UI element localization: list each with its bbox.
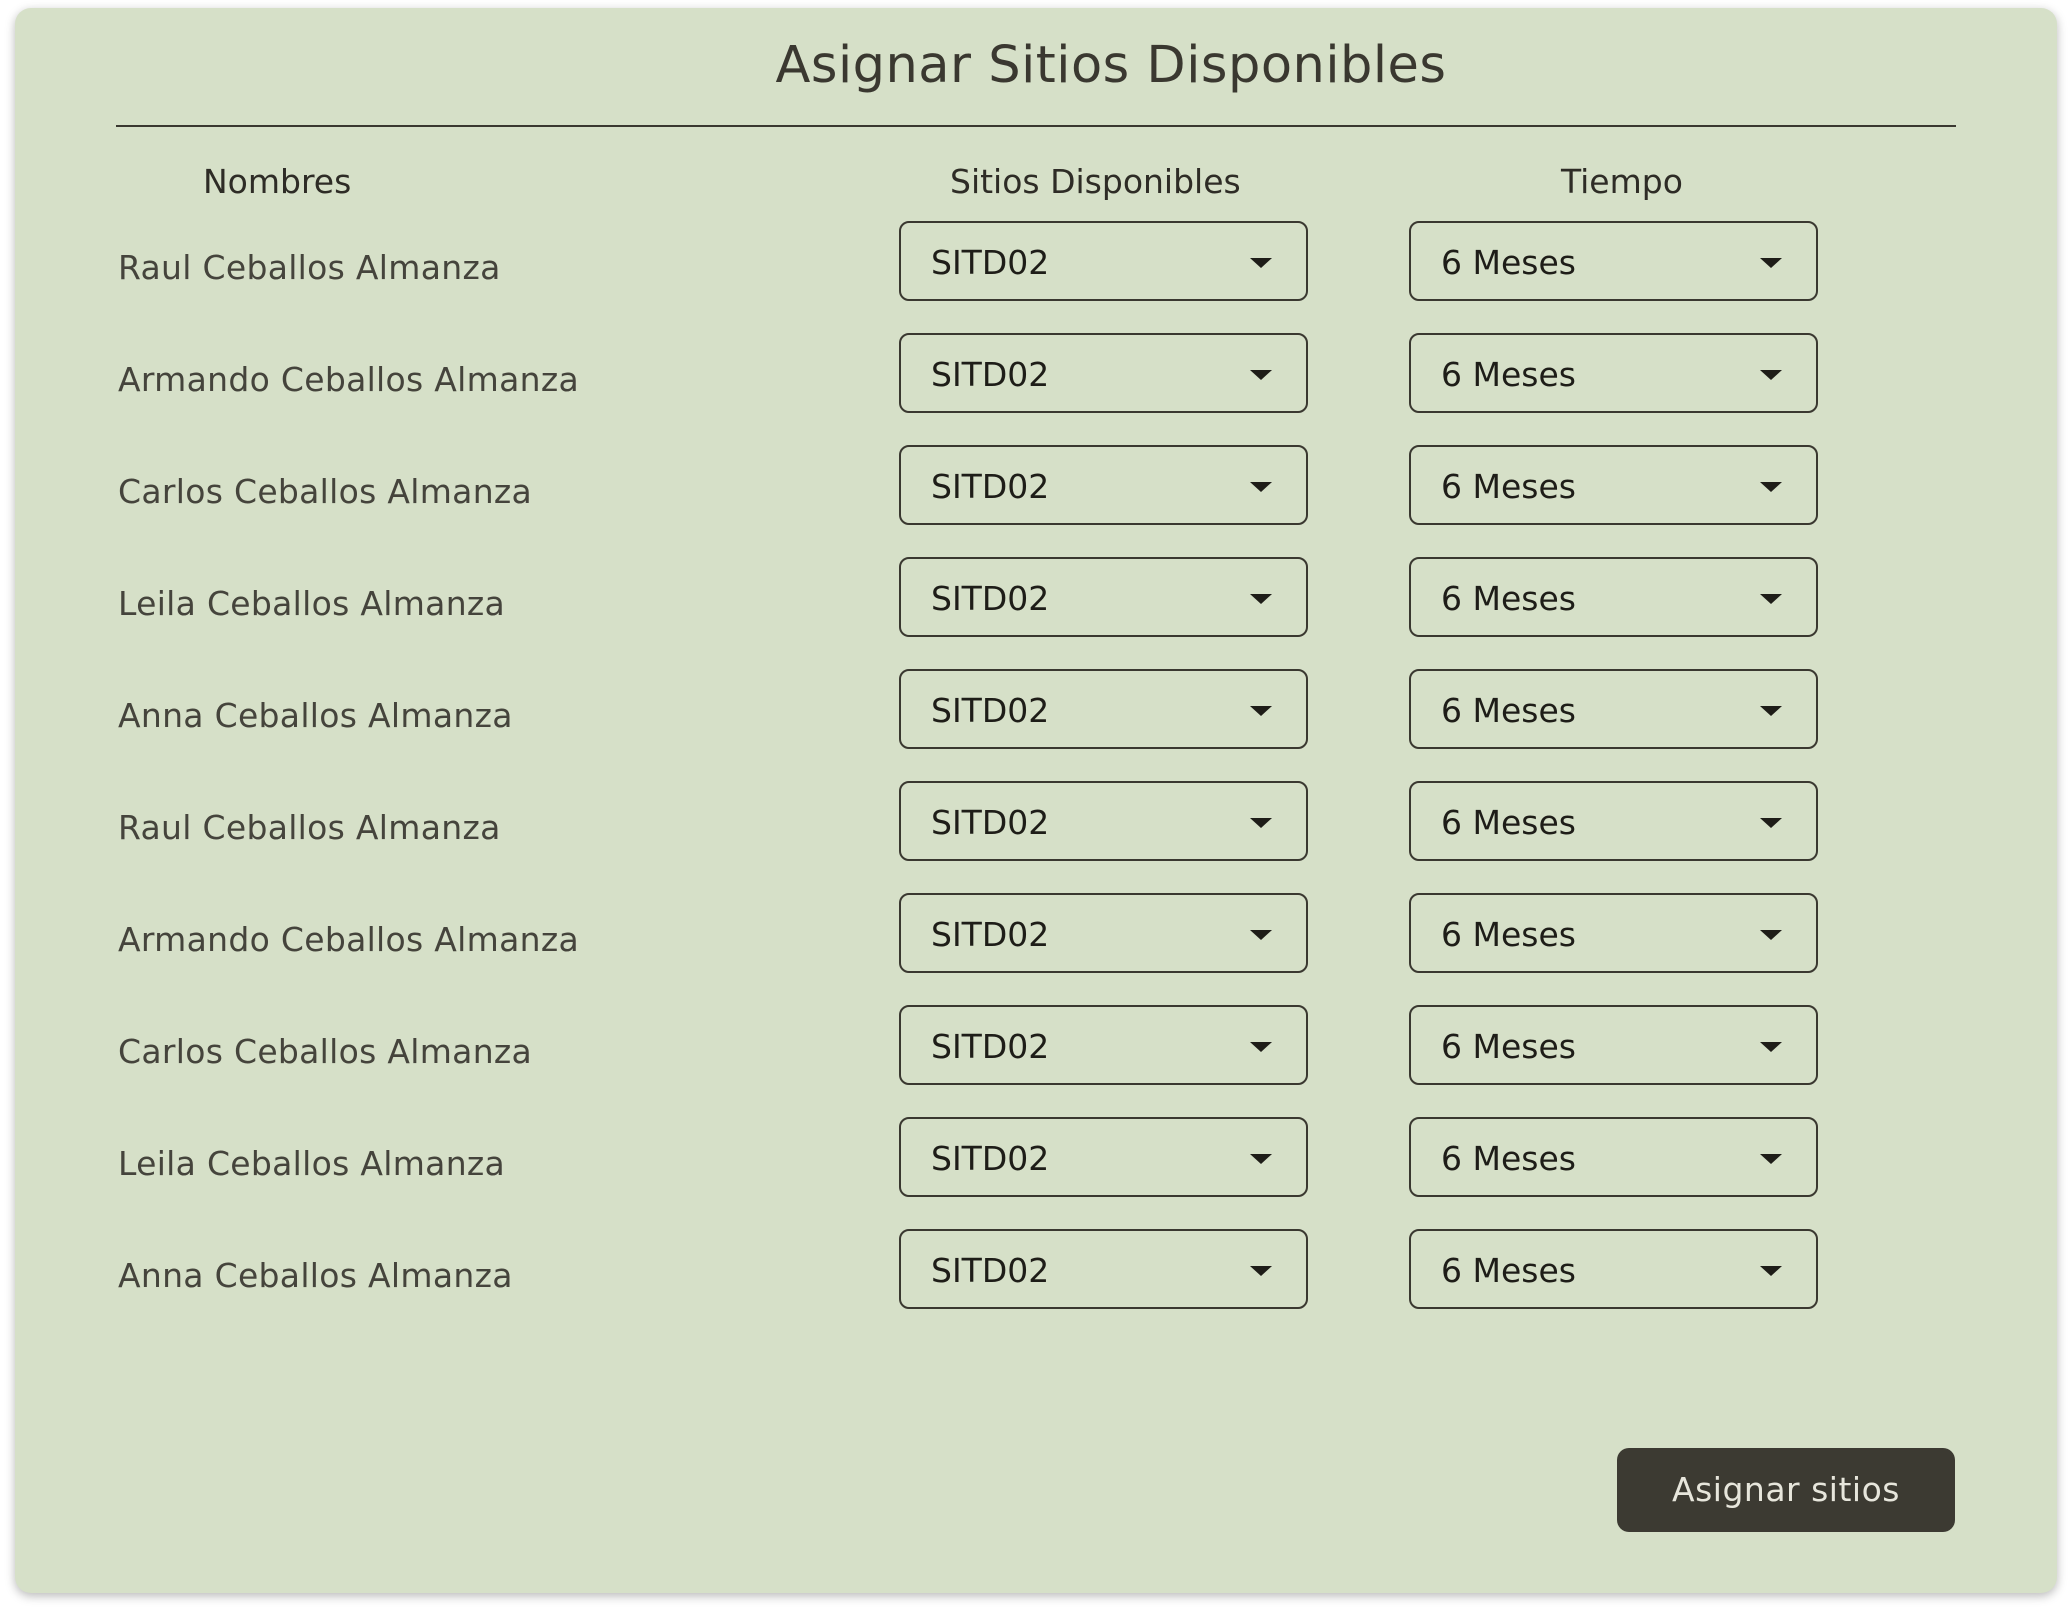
tiempo-select[interactable]: 6 Meses [1409,1229,1818,1309]
assignment-row: Carlos Ceballos Almanza SITD02 6 Meses [15,1005,2057,1117]
caret-down-icon [1250,370,1272,380]
column-header-tiempo: Tiempo [1561,162,1683,201]
caret-down-icon [1760,258,1782,268]
tiempo-selected-value: 6 Meses [1441,1027,1576,1066]
sitio-select[interactable]: SITD02 [899,445,1308,525]
tiempo-select[interactable]: 6 Meses [1409,557,1818,637]
tiempo-select[interactable]: 6 Meses [1409,445,1818,525]
person-name: Anna Ceballos Almanza [118,696,513,735]
caret-down-icon [1760,1154,1782,1164]
person-name: Raul Ceballos Almanza [118,808,501,847]
sitio-select[interactable]: SITD02 [899,557,1308,637]
tiempo-selected-value: 6 Meses [1441,803,1576,842]
title-divider [116,125,1956,127]
assignment-row: Armando Ceballos Almanza SITD02 6 Meses [15,333,2057,445]
tiempo-select[interactable]: 6 Meses [1409,893,1818,973]
column-header-nombres: Nombres [203,162,352,201]
tiempo-select[interactable]: 6 Meses [1409,669,1818,749]
person-name: Carlos Ceballos Almanza [118,472,533,511]
caret-down-icon [1760,482,1782,492]
person-name: Leila Ceballos Almanza [118,1144,506,1183]
caret-down-icon [1760,594,1782,604]
tiempo-selected-value: 6 Meses [1441,691,1576,730]
caret-down-icon [1760,1042,1782,1052]
tiempo-selected-value: 6 Meses [1441,1251,1576,1290]
tiempo-select[interactable]: 6 Meses [1409,1005,1818,1085]
caret-down-icon [1250,258,1272,268]
sitio-select[interactable]: SITD02 [899,1005,1308,1085]
column-header-sitios: Sitios Disponibles [950,162,1241,201]
caret-down-icon [1760,706,1782,716]
tiempo-selected-value: 6 Meses [1441,579,1576,618]
sitio-select[interactable]: SITD02 [899,1117,1308,1197]
caret-down-icon [1250,594,1272,604]
assignment-row: Armando Ceballos Almanza SITD02 6 Meses [15,893,2057,1005]
tiempo-selected-value: 6 Meses [1441,243,1576,282]
caret-down-icon [1250,1042,1272,1052]
assignment-list: Raul Ceballos Almanza SITD02 6 Meses Arm… [15,221,2057,1341]
person-name: Armando Ceballos Almanza [118,920,579,959]
caret-down-icon [1250,482,1272,492]
sitio-selected-value: SITD02 [931,803,1050,842]
sitio-selected-value: SITD02 [931,243,1050,282]
sitio-selected-value: SITD02 [931,1139,1050,1178]
tiempo-select[interactable]: 6 Meses [1409,781,1818,861]
assign-sites-card: Asignar Sitios Disponibles Nombres Sitio… [15,8,2057,1593]
person-name: Armando Ceballos Almanza [118,360,579,399]
person-name: Raul Ceballos Almanza [118,248,501,287]
sitio-select[interactable]: SITD02 [899,669,1308,749]
caret-down-icon [1250,930,1272,940]
caret-down-icon [1760,930,1782,940]
sitio-selected-value: SITD02 [931,355,1050,394]
page-title: Asignar Sitios Disponibles [775,36,1447,95]
sitio-selected-value: SITD02 [931,915,1050,954]
tiempo-selected-value: 6 Meses [1441,467,1576,506]
caret-down-icon [1250,706,1272,716]
caret-down-icon [1250,1266,1272,1276]
caret-down-icon [1760,370,1782,380]
caret-down-icon [1250,818,1272,828]
caret-down-icon [1760,1266,1782,1276]
assignment-row: Anna Ceballos Almanza SITD02 6 Meses [15,1229,2057,1341]
sitio-selected-value: SITD02 [931,1027,1050,1066]
assignment-row: Anna Ceballos Almanza SITD02 6 Meses [15,669,2057,781]
caret-down-icon [1760,818,1782,828]
sitio-select[interactable]: SITD02 [899,1229,1308,1309]
assignment-row: Carlos Ceballos Almanza SITD02 6 Meses [15,445,2057,557]
tiempo-selected-value: 6 Meses [1441,355,1576,394]
tiempo-select[interactable]: 6 Meses [1409,221,1818,301]
assignment-row: Raul Ceballos Almanza SITD02 6 Meses [15,221,2057,333]
assignment-row: Leila Ceballos Almanza SITD02 6 Meses [15,557,2057,669]
tiempo-select[interactable]: 6 Meses [1409,1117,1818,1197]
assignment-row: Leila Ceballos Almanza SITD02 6 Meses [15,1117,2057,1229]
sitio-selected-value: SITD02 [931,1251,1050,1290]
person-name: Leila Ceballos Almanza [118,584,506,623]
tiempo-selected-value: 6 Meses [1441,1139,1576,1178]
sitio-select[interactable]: SITD02 [899,221,1308,301]
person-name: Carlos Ceballos Almanza [118,1032,533,1071]
sitio-selected-value: SITD02 [931,467,1050,506]
person-name: Anna Ceballos Almanza [118,1256,513,1295]
sitio-select[interactable]: SITD02 [899,893,1308,973]
tiempo-selected-value: 6 Meses [1441,915,1576,954]
sitio-select[interactable]: SITD02 [899,781,1308,861]
sitio-select[interactable]: SITD02 [899,333,1308,413]
caret-down-icon [1250,1154,1272,1164]
tiempo-select[interactable]: 6 Meses [1409,333,1818,413]
sitio-selected-value: SITD02 [931,691,1050,730]
assignment-row: Raul Ceballos Almanza SITD02 6 Meses [15,781,2057,893]
sitio-selected-value: SITD02 [931,579,1050,618]
assign-sites-button[interactable]: Asignar sitios [1617,1448,1955,1532]
